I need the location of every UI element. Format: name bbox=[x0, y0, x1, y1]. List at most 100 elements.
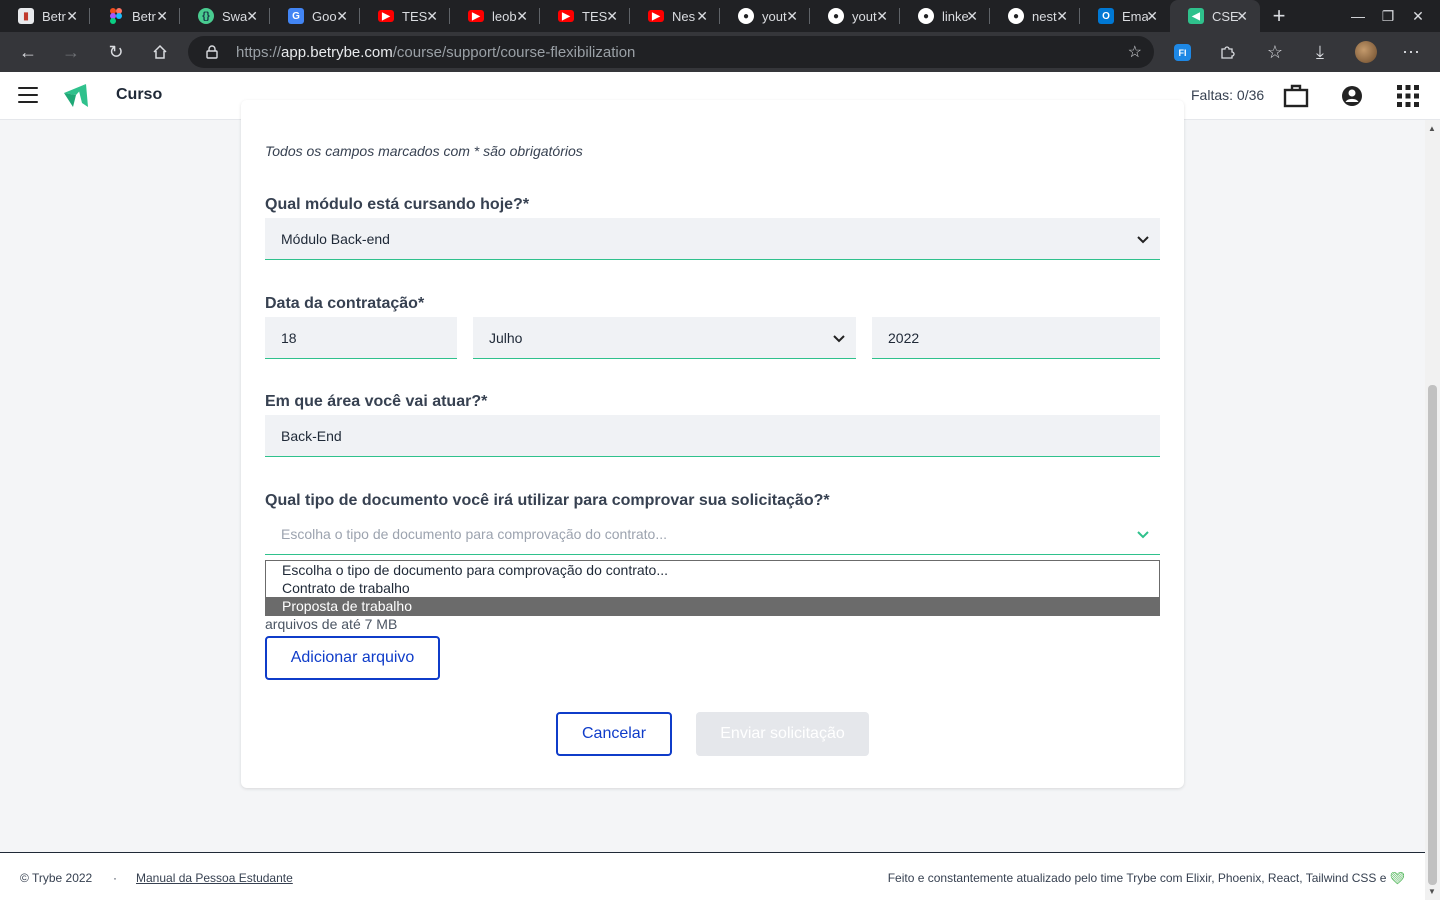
hire-month-value: Julho bbox=[489, 329, 523, 346]
area-value: Back-End bbox=[281, 427, 342, 444]
close-tab-icon[interactable]: ✕ bbox=[426, 8, 438, 25]
back-icon[interactable]: ← bbox=[14, 38, 42, 66]
reload-icon[interactable]: ↻ bbox=[102, 38, 130, 66]
url-scheme: https:// bbox=[236, 43, 282, 61]
restore-icon[interactable]: ❐ bbox=[1372, 0, 1404, 32]
github-icon: ● bbox=[1008, 8, 1024, 24]
hire-day-value: 18 bbox=[281, 329, 297, 346]
module-select-value: Módulo Back-end bbox=[281, 230, 390, 247]
extension-icon[interactable]: FI bbox=[1174, 44, 1191, 61]
scroll-up-arrow-icon[interactable]: ▲ bbox=[1428, 124, 1436, 133]
browser-tab[interactable]: ▶ TES ✕ bbox=[540, 0, 630, 32]
close-tab-icon[interactable]: ✕ bbox=[1056, 8, 1068, 25]
close-tab-icon[interactable]: ✕ bbox=[876, 8, 888, 25]
browser-tab[interactable]: ▮ Betr ✕ bbox=[0, 0, 90, 32]
tab-label: leob bbox=[492, 8, 517, 24]
tab-label: TES bbox=[582, 8, 608, 24]
close-tab-icon[interactable]: ✕ bbox=[516, 8, 528, 25]
tab-label: Betr bbox=[132, 8, 156, 24]
required-fields-note: Todos os campos marcados com * são obrig… bbox=[265, 143, 583, 159]
close-tab-icon[interactable]: ✕ bbox=[156, 8, 168, 25]
lock-icon[interactable] bbox=[206, 45, 218, 59]
browser-tab[interactable]: ▶ leob ✕ bbox=[450, 0, 540, 32]
hire-year-input[interactable]: 2022 bbox=[872, 317, 1160, 359]
browser-tab-strip: ▮ Betr ✕ Betr ✕ {} Swa ✕ G Goo ✕ ▶ TES ✕… bbox=[0, 0, 1440, 32]
browser-tab[interactable]: ▶ Nes ✕ bbox=[630, 0, 720, 32]
youtube-icon: ▶ bbox=[468, 10, 484, 22]
extensions-puzzle-icon[interactable] bbox=[1213, 38, 1241, 66]
chevron-down-icon bbox=[1137, 531, 1149, 539]
close-tab-icon[interactable]: ✕ bbox=[786, 8, 798, 25]
browser-tab[interactable]: ● yout ✕ bbox=[720, 0, 810, 32]
close-tab-icon[interactable]: ✕ bbox=[246, 8, 258, 25]
scrollbar-thumb[interactable] bbox=[1428, 385, 1437, 885]
swagger-icon: {} bbox=[198, 8, 214, 24]
document-type-label: Qual tipo de documento você irá utilizar… bbox=[265, 492, 830, 509]
add-file-button[interactable]: Adicionar arquivo bbox=[265, 636, 440, 680]
browser-tab[interactable]: G Goo ✕ bbox=[270, 0, 360, 32]
favorites-icon[interactable]: ☆ bbox=[1261, 38, 1289, 66]
youtube-icon: ▶ bbox=[558, 10, 574, 22]
browser-tab[interactable]: {} Swa ✕ bbox=[180, 0, 270, 32]
url-path: /course/support/course-flexibilization bbox=[392, 43, 636, 61]
menu-icon[interactable] bbox=[18, 87, 38, 103]
more-menu-icon[interactable]: ⋯ bbox=[1397, 38, 1425, 66]
made-with-text: Feito e constantemente atualizado pelo t… bbox=[888, 871, 1405, 885]
cancel-button[interactable]: Cancelar bbox=[556, 712, 672, 756]
browser-tab-active[interactable]: ◀ CSE ✕ bbox=[1170, 0, 1260, 32]
new-tab-icon[interactable]: + bbox=[1264, 0, 1294, 32]
document-type-select[interactable]: Escolha o tipo de documento para comprov… bbox=[265, 513, 1160, 555]
chevron-down-icon bbox=[1137, 236, 1149, 244]
youtube-icon: ▶ bbox=[378, 10, 394, 22]
browser-tab[interactable]: ▶ TES ✕ bbox=[360, 0, 450, 32]
close-tab-icon[interactable]: ✕ bbox=[66, 8, 78, 25]
absences-counter: Faltas: 0/36 bbox=[1191, 87, 1265, 103]
address-bar[interactable]: https://app.betrybe.com/course/support/c… bbox=[188, 36, 1154, 68]
close-window-icon[interactable]: ✕ bbox=[1402, 0, 1434, 32]
browser-tab[interactable]: Betr ✕ bbox=[90, 0, 180, 32]
tab-label: Betr bbox=[42, 8, 66, 24]
tab-label: Ema bbox=[1122, 8, 1148, 24]
area-input[interactable]: Back-End bbox=[265, 415, 1160, 457]
close-tab-icon[interactable]: ✕ bbox=[966, 8, 978, 25]
github-icon: ● bbox=[918, 8, 934, 24]
dropdown-option[interactable]: Escolha o tipo de documento para comprov… bbox=[266, 561, 1159, 579]
student-manual-link[interactable]: Manual da Pessoa Estudante bbox=[136, 871, 293, 885]
browser-tab[interactable]: ● linke ✕ bbox=[900, 0, 990, 32]
minimize-icon[interactable]: — bbox=[1342, 0, 1374, 32]
close-tab-icon[interactable]: ✕ bbox=[606, 8, 618, 25]
dropdown-option-highlighted[interactable]: Proposta de trabalho bbox=[266, 597, 1159, 615]
browser-tab[interactable]: O Ema ✕ bbox=[1080, 0, 1170, 32]
forward-icon[interactable]: → bbox=[57, 38, 85, 66]
hire-month-select[interactable]: Julho bbox=[473, 317, 856, 359]
dropdown-option[interactable]: Contrato de trabalho bbox=[266, 579, 1159, 597]
chevron-down-icon bbox=[833, 335, 845, 343]
module-select[interactable]: Módulo Back-end bbox=[265, 218, 1160, 260]
browser-tab[interactable]: ● yout ✕ bbox=[810, 0, 900, 32]
user-account-icon[interactable] bbox=[1338, 82, 1366, 110]
page-scrollbar[interactable]: ▲ ▼ bbox=[1425, 120, 1440, 900]
footer-separator: · bbox=[113, 871, 117, 885]
browser-tab[interactable]: ● nest ✕ bbox=[990, 0, 1080, 32]
close-tab-icon[interactable]: ✕ bbox=[1236, 8, 1248, 25]
briefcase-icon[interactable] bbox=[1282, 82, 1310, 110]
hire-day-input[interactable]: 18 bbox=[265, 317, 457, 359]
close-tab-icon[interactable]: ✕ bbox=[1146, 8, 1158, 25]
submit-request-button[interactable]: Enviar solicitação bbox=[696, 712, 869, 756]
tab-label: linke bbox=[942, 8, 968, 24]
apps-grid-icon[interactable] bbox=[1394, 82, 1422, 110]
scroll-down-arrow-icon[interactable]: ▼ bbox=[1428, 887, 1436, 896]
tab-label: Swa bbox=[222, 8, 248, 24]
close-tab-icon[interactable]: ✕ bbox=[696, 8, 708, 25]
trybe-logo-icon[interactable] bbox=[62, 81, 90, 109]
green-heart-icon: 💚︎ bbox=[1389, 871, 1405, 885]
tab-label: yout bbox=[852, 8, 877, 24]
close-tab-icon[interactable]: ✕ bbox=[336, 8, 348, 25]
downloads-icon[interactable]: ⤓ bbox=[1306, 38, 1334, 66]
url-text: https://app.betrybe.com/course/support/c… bbox=[236, 44, 635, 61]
document-type-dropdown: Escolha o tipo de documento para comprov… bbox=[265, 560, 1160, 616]
profile-avatar[interactable] bbox=[1355, 41, 1377, 63]
home-icon[interactable] bbox=[146, 38, 174, 66]
add-favorite-icon[interactable]: ☆ bbox=[1128, 42, 1142, 62]
hire-date-label: Data da contratação* bbox=[265, 295, 425, 312]
